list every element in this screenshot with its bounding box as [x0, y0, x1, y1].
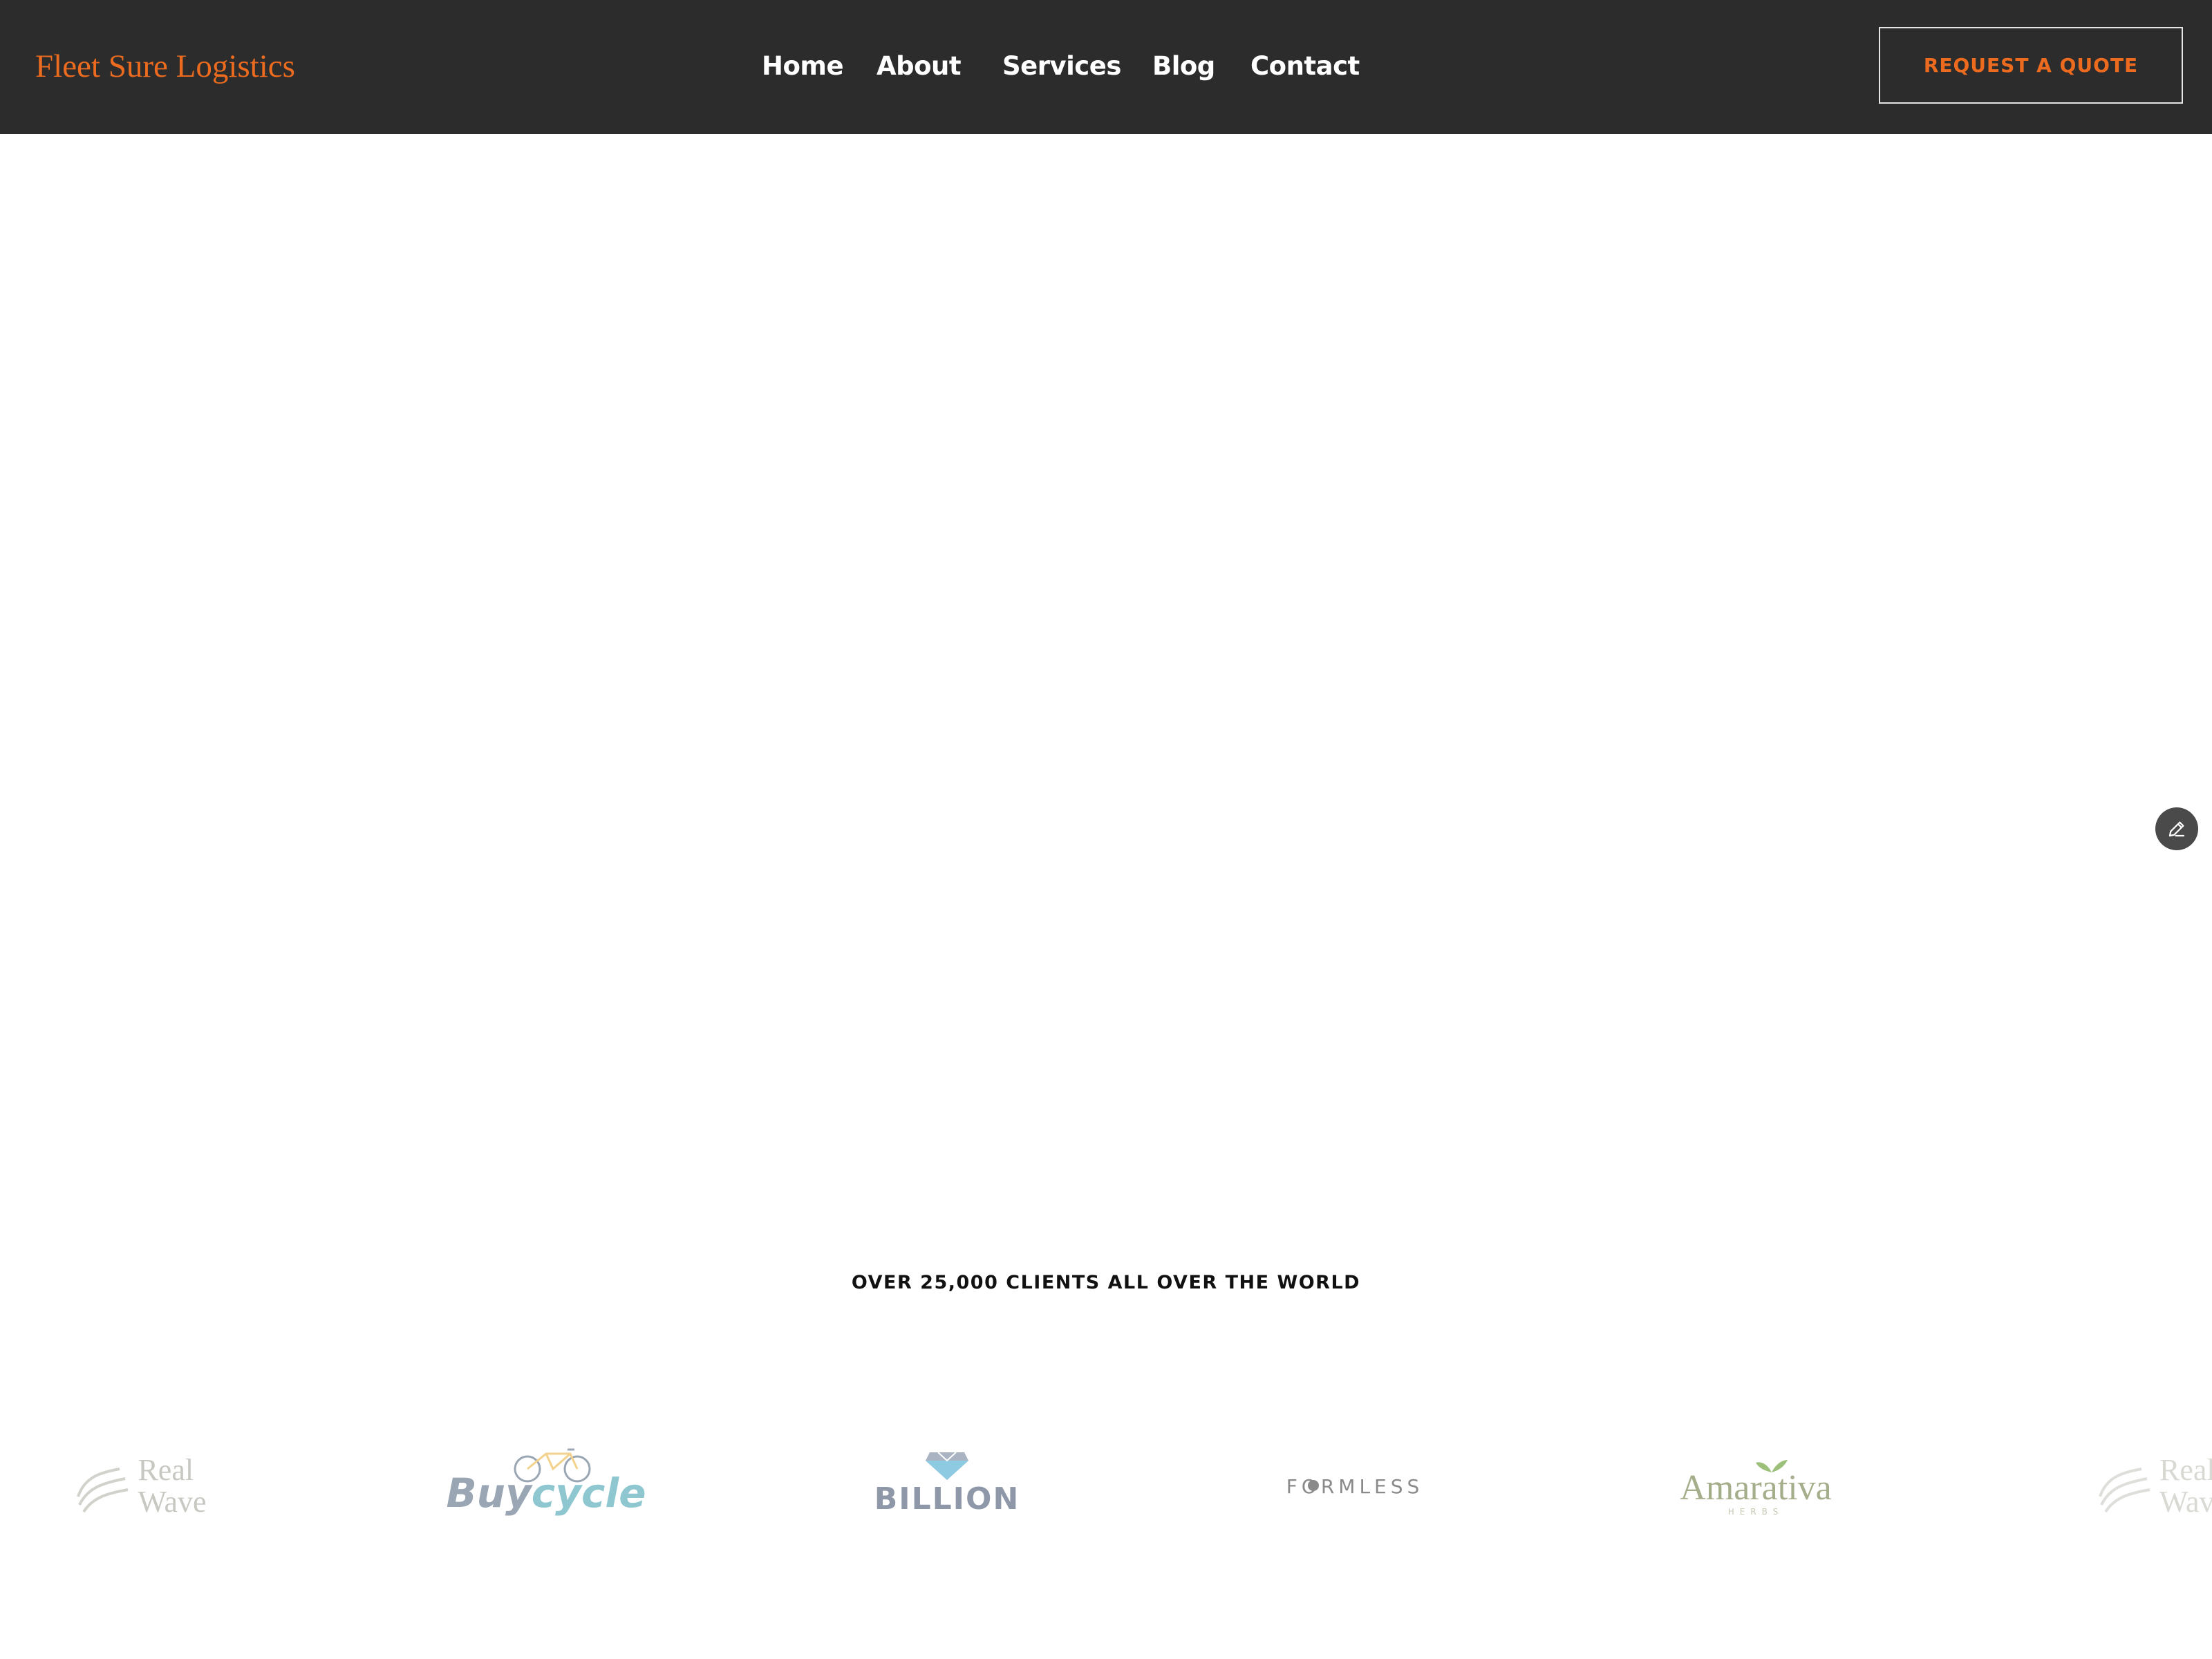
realwave-2-line1: Real — [2159, 1453, 2212, 1487]
pencil-icon — [2168, 821, 2185, 837]
client-logo-formless: FORMLESS — [1272, 1465, 1438, 1507]
nav-contact[interactable]: Contact — [1250, 40, 1360, 93]
leaf-icon — [1756, 1460, 1788, 1472]
client-logo-realwave: Real Wave — [66, 1445, 212, 1528]
site-header: Fleet Sure Logistics Home About Services… — [0, 0, 2212, 134]
client-logo-realwave-2: Real Wave — [2093, 1445, 2212, 1528]
realwave-line1: Real — [138, 1453, 194, 1487]
billion-text: BILLION — [874, 1481, 1020, 1517]
wave-icon — [77, 1468, 129, 1513]
brand-logo[interactable]: Fleet Sure Logistics — [35, 40, 295, 93]
formless-text: FORMLESS — [1286, 1474, 1424, 1498]
nav-home[interactable]: Home — [762, 40, 844, 93]
realwave-line2: Wave — [138, 1485, 207, 1519]
client-logo-amarativa: Amarativa HERBS — [1666, 1452, 1846, 1521]
client-logo-billion: BILLION — [874, 1445, 1018, 1521]
dot-icon — [1308, 1480, 1319, 1491]
bicycle-icon — [514, 1448, 591, 1483]
clients-heading: OVER 25,000 CLIENTS ALL OVER THE WORLD — [851, 1272, 1361, 1293]
amarativa-text: Amarativa — [1680, 1468, 1832, 1508]
edit-button[interactable] — [2155, 807, 2198, 850]
amarativa-sub: HERBS — [1727, 1507, 1784, 1517]
realwave-2-line2: Wave — [2159, 1485, 2212, 1519]
diamond-icon — [926, 1451, 968, 1480]
wave-icon — [2099, 1468, 2150, 1513]
request-quote-button[interactable]: REQUEST A QUOTE — [1879, 27, 2183, 104]
nav-blog[interactable]: Blog — [1152, 40, 1215, 93]
nav-services[interactable]: Services — [1002, 40, 1121, 93]
client-logo-buycycle: Buycycle — [446, 1441, 646, 1524]
nav-about[interactable]: About — [877, 40, 962, 93]
